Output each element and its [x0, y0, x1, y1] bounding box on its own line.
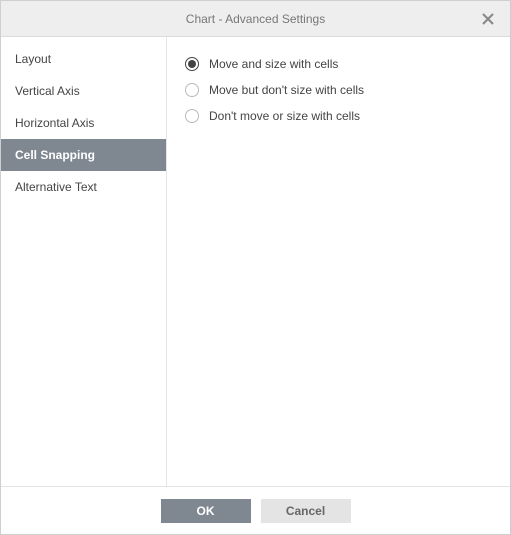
sidebar-item-label: Horizontal Axis: [15, 116, 94, 130]
sidebar-item-label: Layout: [15, 52, 51, 66]
sidebar-item-label: Alternative Text: [15, 180, 97, 194]
sidebar: Layout Vertical Axis Horizontal Axis Cel…: [1, 37, 167, 486]
dialog-footer: OK Cancel: [1, 486, 510, 534]
titlebar: Chart - Advanced Settings: [1, 1, 510, 37]
radio-icon: [185, 83, 199, 97]
sidebar-item-label: Vertical Axis: [15, 84, 80, 98]
advanced-settings-dialog: Chart - Advanced Settings Layout Vertica…: [0, 0, 511, 535]
radio-label: Move but don't size with cells: [209, 83, 364, 97]
radio-move-and-size[interactable]: Move and size with cells: [185, 51, 492, 77]
dialog-body: Layout Vertical Axis Horizontal Axis Cel…: [1, 37, 510, 486]
sidebar-item-alternative-text[interactable]: Alternative Text: [1, 171, 166, 203]
close-button[interactable]: [474, 1, 502, 37]
radio-icon: [185, 109, 199, 123]
dialog-title: Chart - Advanced Settings: [186, 12, 325, 26]
content-panel: Move and size with cells Move but don't …: [167, 37, 510, 486]
button-label: OK: [197, 504, 215, 518]
radio-label: Don't move or size with cells: [209, 109, 360, 123]
radio-no-move-no-size[interactable]: Don't move or size with cells: [185, 103, 492, 129]
close-icon: [482, 13, 494, 25]
radio-move-no-size[interactable]: Move but don't size with cells: [185, 77, 492, 103]
sidebar-item-horizontal-axis[interactable]: Horizontal Axis: [1, 107, 166, 139]
sidebar-item-layout[interactable]: Layout: [1, 43, 166, 75]
cancel-button[interactable]: Cancel: [261, 499, 351, 523]
sidebar-item-vertical-axis[interactable]: Vertical Axis: [1, 75, 166, 107]
radio-icon: [185, 57, 199, 71]
radio-label: Move and size with cells: [209, 57, 338, 71]
sidebar-item-cell-snapping[interactable]: Cell Snapping: [1, 139, 166, 171]
button-label: Cancel: [286, 504, 325, 518]
ok-button[interactable]: OK: [161, 499, 251, 523]
sidebar-item-label: Cell Snapping: [15, 148, 95, 162]
